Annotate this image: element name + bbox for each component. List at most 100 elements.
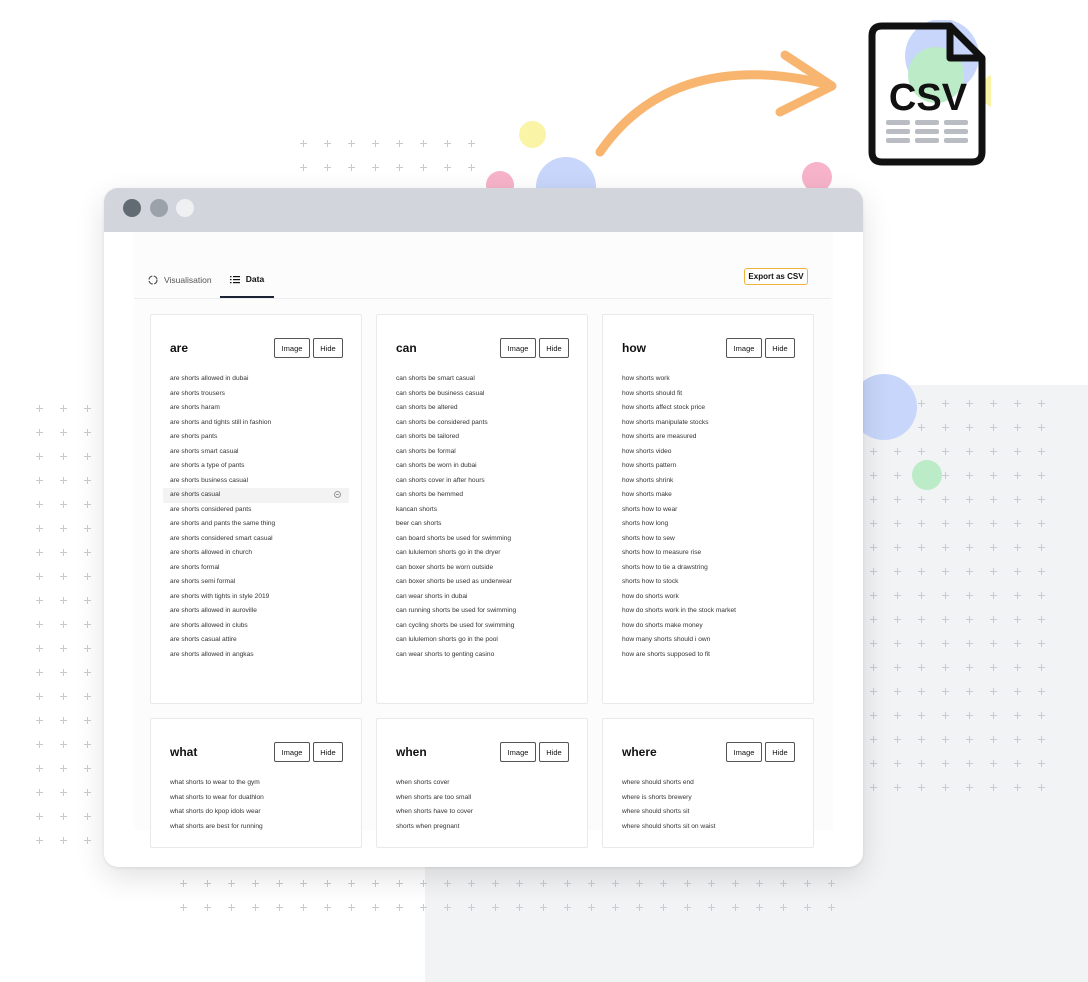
keyword-list: are shorts allowed in dubai are shorts tr… [163,372,349,662]
keyword-item[interactable]: are shorts with tights in style 2019 [163,590,349,605]
keyword-item[interactable]: are shorts allowed in dubai [163,372,349,387]
keyword-item[interactable]: where is shorts brewery [615,791,801,806]
keyword-item[interactable]: can shorts be smart casual [389,372,575,387]
keyword-item[interactable]: are shorts casual attire [163,633,349,648]
keyword-item[interactable]: can boxer shorts be worn outside [389,561,575,576]
keyword-item[interactable]: are shorts allowed in auroville [163,604,349,619]
window-maximize-dot[interactable] [176,199,194,217]
keyword-item[interactable]: where should shorts sit on waist [615,820,801,835]
keyword-item[interactable]: how do shorts make money [615,619,801,634]
image-button[interactable]: Image [500,742,536,762]
image-button[interactable]: Image [726,742,762,762]
keyword-item[interactable]: can shorts be worn in dubai [389,459,575,474]
keyword-item[interactable]: what shorts do kpop idols wear [163,805,349,820]
keyword-item[interactable]: are shorts considered pants [163,503,349,518]
keyword-item[interactable]: shorts when pregnant [389,820,575,835]
keyword-item[interactable]: can shorts be considered pants [389,416,575,431]
hide-button[interactable]: Hide [539,742,569,762]
keyword-item[interactable]: can cycling shorts be used for swimming [389,619,575,634]
keyword-item[interactable]: what shorts to wear to the gym [163,776,349,791]
keyword-item[interactable]: are shorts semi formal [163,575,349,590]
keyword-item[interactable]: are shorts and pants the same thing [163,517,349,532]
keyword-item[interactable]: shorts how to tie a drawstring [615,561,801,576]
keyword-item[interactable]: can wear shorts to genting casino [389,648,575,663]
keyword-text: are shorts haram [170,404,220,411]
keyword-item[interactable]: can shorts be hemmed [389,488,575,503]
keyword-item[interactable]: can shorts be altered [389,401,575,416]
keyword-item[interactable]: are shorts allowed in angkas [163,648,349,663]
keyword-text: are shorts smart casual [170,447,239,455]
image-button[interactable]: Image [274,742,310,762]
keyword-item[interactable]: are shorts a type of pants [163,459,349,474]
keyword-item[interactable]: how do shorts work in the stock market [615,604,801,619]
keyword-item[interactable]: when shorts are too small [389,791,575,806]
keyword-item[interactable]: are shorts business casual [163,474,349,489]
keyword-item[interactable]: how do shorts work [615,590,801,605]
keyword-item[interactable]: are shorts formal [163,561,349,576]
keyword-item[interactable]: are shorts allowed in clubs [163,619,349,634]
csv-file-icon: CSV [868,20,991,166]
export-csv-button[interactable]: Export as CSV [744,268,808,285]
keyword-item[interactable]: can lululemon shorts go in the dryer [389,546,575,561]
keyword-item[interactable]: how shorts make [615,488,801,503]
hide-button[interactable]: Hide [313,742,343,762]
keyword-item[interactable]: kancan shorts [389,503,575,518]
image-button[interactable]: Image [726,338,762,358]
keyword-item[interactable]: shorts how long [615,517,801,532]
keyword-item[interactable]: can shorts cover in after hours [389,474,575,489]
keyword-item[interactable]: beer can shorts [389,517,575,532]
keyword-item[interactable]: are shorts and tights still in fashion [163,416,349,431]
keyword-item[interactable]: where should shorts sit [615,805,801,820]
keyword-item[interactable]: can shorts be tailored [389,430,575,445]
tab-data[interactable]: Data [220,262,274,298]
keyword-item[interactable]: can shorts be formal [389,445,575,460]
keyword-item[interactable]: when shorts have to cover [389,805,575,820]
keyword-item[interactable]: are shorts smart casual [163,445,349,460]
keyword-item[interactable]: how many shorts should i own [615,633,801,648]
keyword-item[interactable]: are shorts haram [163,401,349,416]
keyword-text: are shorts considered pants [170,505,252,513]
keyword-item[interactable]: can lululemon shorts go in the pool [389,633,575,648]
hide-button[interactable]: Hide [765,742,795,762]
keyword-item[interactable]: how shorts should fit [615,387,801,402]
window-minimize-dot[interactable] [150,199,168,217]
keyword-item[interactable]: how shorts video [615,445,801,460]
keyword-text: can shorts be worn in dubai [396,462,477,469]
keyword-item[interactable]: when shorts cover [389,776,575,791]
keyword-item[interactable]: how shorts are measured [615,430,801,445]
image-button[interactable]: Image [500,338,536,358]
keyword-item[interactable]: can running shorts be used for swimming [389,604,575,619]
keyword-item[interactable]: what shorts to wear for duathlon [163,791,349,806]
hide-button[interactable]: Hide [539,338,569,358]
keyword-item[interactable]: are shorts pants [163,430,349,445]
keyword-item[interactable]: can shorts be business casual [389,387,575,402]
keyword-item[interactable]: are shorts considered smart casual [163,532,349,547]
keyword-text: how shorts are measured [622,433,697,440]
hide-button[interactable]: Hide [313,338,343,358]
keyword-item[interactable]: how are shorts supposed to fit [615,648,801,663]
keyword-item[interactable]: shorts how to wear [615,503,801,518]
keyword-item[interactable]: can board shorts be used for swimming [389,532,575,547]
keyword-item[interactable]: what shorts are best for running [163,820,349,835]
keyword-text: can board shorts be used for swimming [396,534,512,542]
keyword-item[interactable]: are shorts casual [163,488,349,503]
keyword-item[interactable]: shorts how to sew [615,532,801,547]
keyword-item[interactable]: are shorts allowed in church [163,546,349,561]
keyword-item[interactable]: are shorts trousers [163,387,349,402]
keyword-item[interactable]: how shorts shrink [615,474,801,489]
keyword-item[interactable]: how shorts manipulate stocks [615,416,801,431]
keyword-item[interactable]: shorts how to stock [615,575,801,590]
image-button[interactable]: Image [274,338,310,358]
keyword-item[interactable]: can wear shorts in dubai [389,590,575,605]
keyword-item[interactable]: can boxer shorts be used as underwear [389,575,575,590]
hide-button[interactable]: Hide [765,338,795,358]
tab-visualisation[interactable]: Visualisation [148,262,212,298]
remove-circle-icon[interactable] [334,491,341,498]
keyword-item[interactable]: how shorts work [615,372,801,387]
window-close-dot[interactable] [123,199,141,217]
keyword-item[interactable]: where should shorts end [615,776,801,791]
keyword-item[interactable]: how shorts affect stock price [615,401,801,416]
keyword-text: where should shorts sit on waist [622,822,716,830]
keyword-item[interactable]: how shorts pattern [615,459,801,474]
keyword-item[interactable]: shorts how to measure rise [615,546,801,561]
